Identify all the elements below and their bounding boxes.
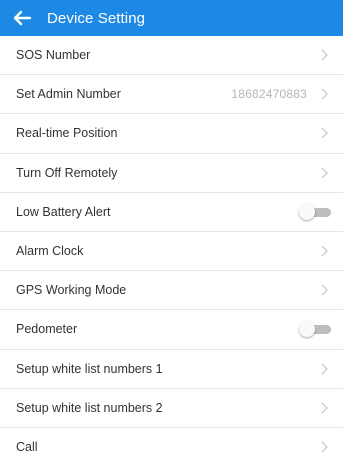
chevron-right-icon <box>319 88 329 100</box>
call-label: Call <box>16 439 38 453</box>
header-bar: Device Setting <box>0 0 343 36</box>
chevron-right-icon <box>319 127 329 139</box>
real-time-position-item[interactable]: Real-time Position <box>0 114 343 154</box>
page-title: Device Setting <box>47 9 146 27</box>
device-setting-screen: Device Setting SOS Number Set Admin Numb… <box>0 0 343 453</box>
low-battery-alert-label: Low Battery Alert <box>16 204 111 219</box>
chevron-right-icon <box>319 167 329 179</box>
toggle-knob <box>299 321 315 338</box>
white-list-1-item[interactable]: Setup white list numbers 1 <box>0 349 343 389</box>
gps-working-mode-label: GPS Working Mode <box>16 283 127 298</box>
low-battery-alert-toggle[interactable] <box>299 203 331 220</box>
sos-number-label: SOS Number <box>16 48 91 63</box>
chevron-right-icon <box>319 441 329 453</box>
chevron-right-icon <box>319 245 329 257</box>
white-list-2-item[interactable]: Setup white list numbers 2 <box>0 388 343 428</box>
arrow-left-icon <box>12 10 32 26</box>
chevron-right-icon <box>319 402 329 414</box>
set-admin-number-label: Set Admin Number <box>16 87 121 102</box>
back-button[interactable] <box>2 0 42 36</box>
low-battery-alert-item: Low Battery Alert <box>0 192 343 232</box>
call-item[interactable]: Call <box>0 427 343 453</box>
white-list-1-label: Setup white list numbers 1 <box>16 361 163 376</box>
settings-list: SOS Number Set Admin Number 18682470883 … <box>0 36 343 453</box>
white-list-2-label: Setup white list numbers 2 <box>16 400 163 415</box>
toggle-knob <box>299 203 315 220</box>
gps-working-mode-item[interactable]: GPS Working Mode <box>0 271 343 311</box>
turn-off-remotely-label: Turn Off Remotely <box>16 165 118 180</box>
chevron-right-icon <box>319 284 329 296</box>
pedometer-label: Pedometer <box>16 322 78 337</box>
turn-off-remotely-item[interactable]: Turn Off Remotely <box>0 153 343 193</box>
alarm-clock-label: Alarm Clock <box>16 244 84 259</box>
pedometer-item: Pedometer <box>0 310 343 350</box>
chevron-right-icon <box>319 49 329 61</box>
set-admin-number-item[interactable]: Set Admin Number 18682470883 <box>0 75 343 115</box>
admin-number-value: 18682470883 <box>231 87 307 102</box>
sos-number-item[interactable]: SOS Number <box>0 36 343 76</box>
alarm-clock-item[interactable]: Alarm Clock <box>0 231 343 272</box>
real-time-position-label: Real-time Position <box>16 126 118 141</box>
chevron-right-icon <box>319 363 329 375</box>
pedometer-toggle[interactable] <box>299 321 331 338</box>
